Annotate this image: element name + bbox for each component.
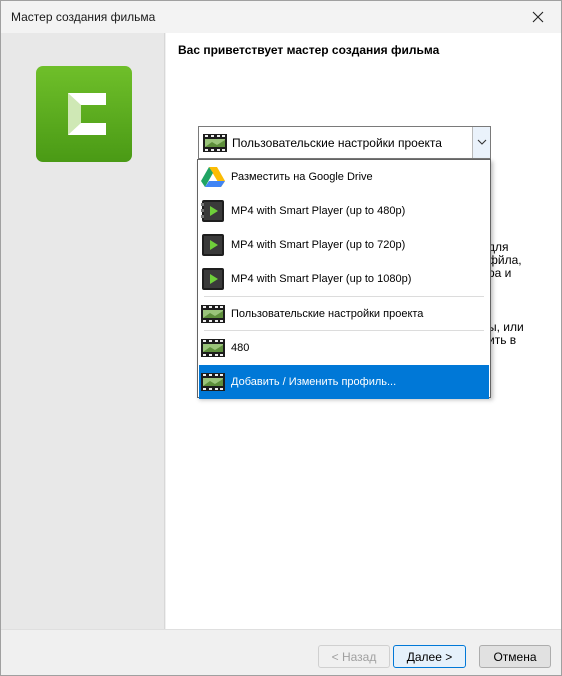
list-item-label: Разместить на Google Drive (231, 171, 373, 183)
camtasia-logo-icon (36, 66, 132, 162)
profile-select[interactable]: Пользовательские настройки проекта (198, 126, 491, 159)
window-title: Мастер создания фильма (11, 10, 156, 24)
list-item-label: MP4 with Smart Player (up to 720p) (231, 239, 406, 251)
list-item-480[interactable]: 480 (199, 331, 489, 365)
list-item-label: MP4 with Smart Player (up to 480p) (231, 205, 406, 217)
description-text-fragment: ы, или ить в (488, 320, 524, 347)
film-strip-icon (201, 305, 225, 323)
smart-player-icon (202, 268, 224, 290)
description-text-fragment: для фйла, ра и (488, 240, 522, 280)
film-strip-icon (201, 339, 225, 357)
left-banner (1, 33, 165, 629)
profile-select-label: Пользовательские настройки проекта (232, 135, 442, 150)
list-item-smart-player-1080[interactable]: MP4 with Smart Player (up to 1080p) (199, 262, 489, 296)
chevron-down-icon (477, 139, 486, 145)
cancel-button[interactable]: Отмена (479, 645, 551, 668)
film-strip-icon (203, 133, 227, 152)
list-item-google-drive[interactable]: Разместить на Google Drive (199, 160, 489, 194)
smart-player-icon (202, 234, 224, 256)
list-item-label: Добавить / Изменить профиль... (231, 376, 397, 388)
next-button[interactable]: Далее > (393, 645, 466, 668)
close-button[interactable] (515, 1, 561, 33)
list-item-label: MP4 with Smart Player (up to 1080p) (231, 273, 412, 285)
smart-player-icon (201, 200, 224, 222)
button-bar: < Назад Далее > Отмена (1, 629, 561, 675)
film-strip-icon (201, 373, 225, 391)
list-item-smart-player-480[interactable]: MP4 with Smart Player (up to 480p) (199, 194, 489, 228)
list-item-smart-player-720[interactable]: MP4 with Smart Player (up to 720p) (199, 228, 489, 262)
wizard-window: Мастер создания фильма Вас приветствует … (0, 0, 562, 676)
list-item-add-edit-profile[interactable]: Добавить / Изменить профиль... (199, 365, 489, 399)
profile-select-value[interactable]: Пользовательские настройки проекта (200, 128, 470, 157)
list-item-custom-project[interactable]: Пользовательские настройки проекта (199, 297, 489, 331)
google-drive-icon (201, 167, 225, 187)
back-button[interactable]: < Назад (318, 645, 390, 668)
dropdown-toggle-button[interactable] (472, 127, 490, 158)
page-title: Вас приветствует мастер создания фильма (178, 43, 440, 57)
list-item-label: Пользовательские настройки проекта (231, 308, 424, 320)
close-icon (532, 11, 544, 23)
profile-dropdown-list: Разместить на Google Drive MP4 with Smar… (197, 159, 491, 399)
list-item-label: 480 (231, 342, 250, 354)
title-bar: Мастер создания фильма (1, 1, 561, 33)
